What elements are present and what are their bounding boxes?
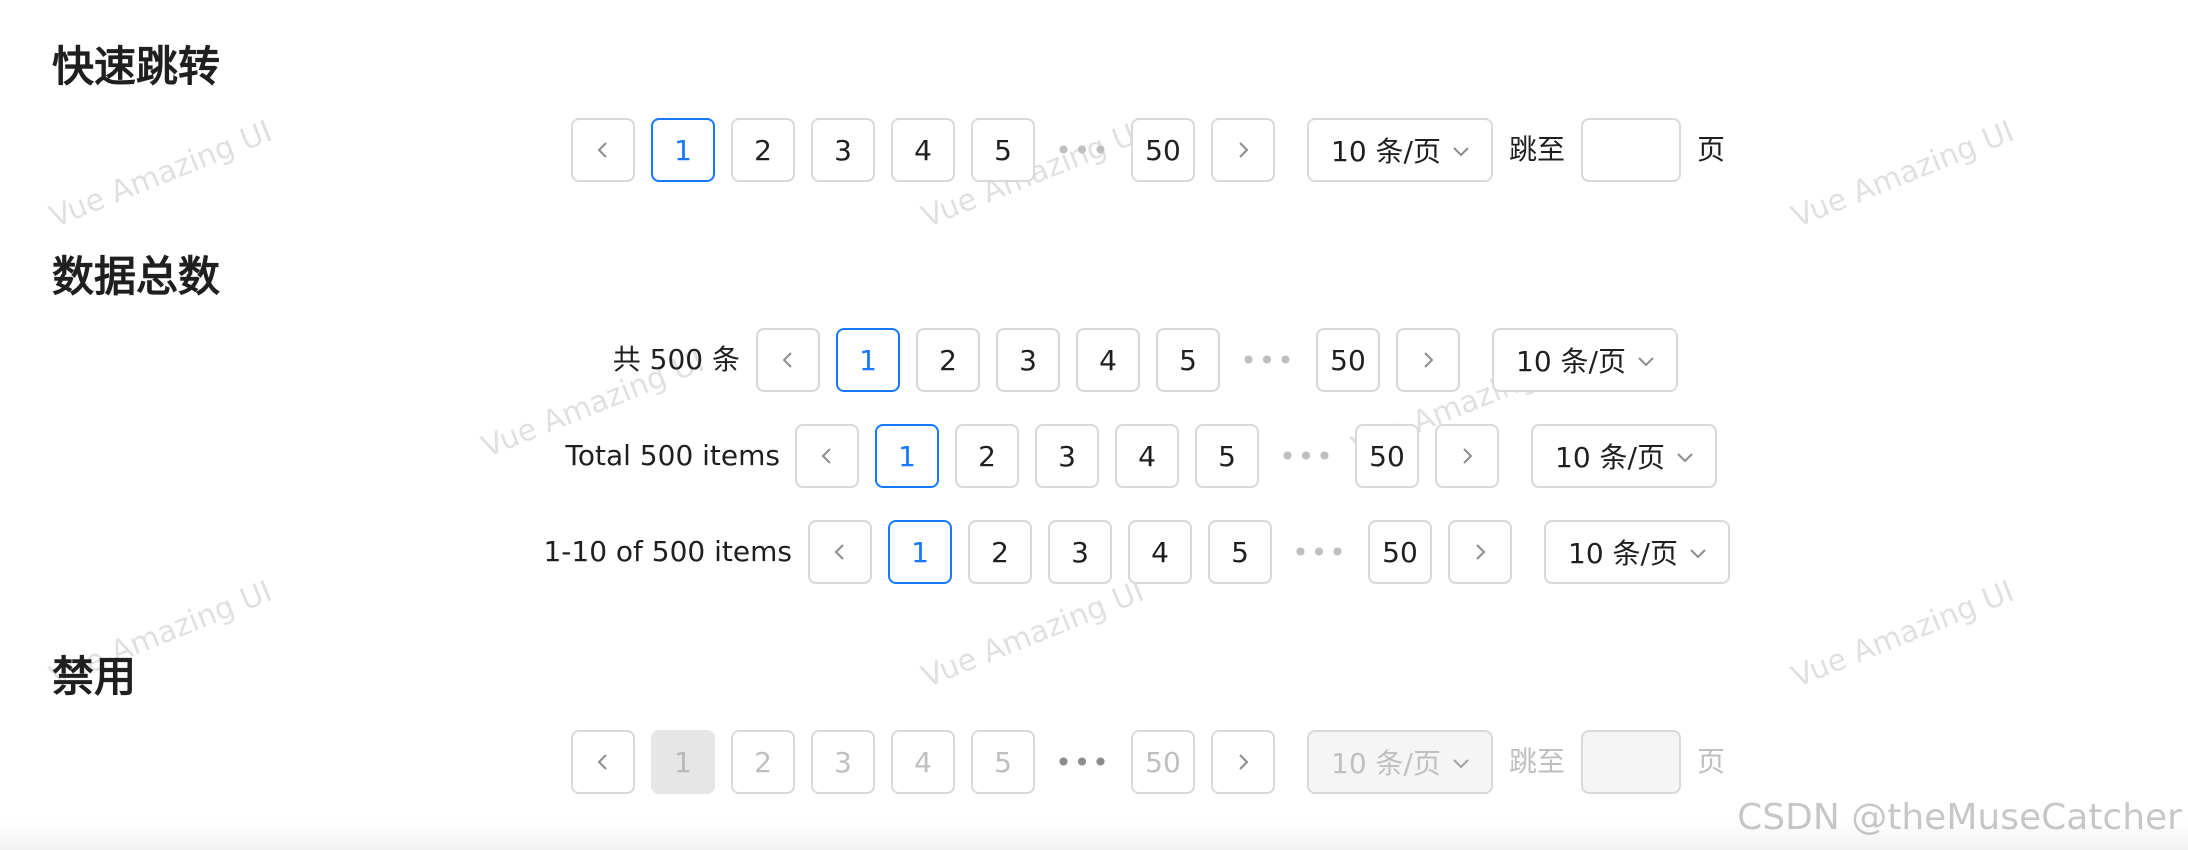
page-button-1[interactable]: 1 (651, 118, 715, 182)
page-size-value: 10 条/页 (1555, 441, 1665, 474)
ellipsis-next-button[interactable]: ••• (1288, 520, 1352, 584)
prev-page-button (571, 730, 635, 794)
ellipsis-next-button[interactable]: ••• (1051, 118, 1115, 182)
page-button-2[interactable]: 2 (968, 520, 1032, 584)
page-button-3[interactable]: 3 (811, 118, 875, 182)
page-button-4[interactable]: 4 (1115, 424, 1179, 488)
page-button-3[interactable]: 3 (1035, 424, 1099, 488)
page-button-3: 3 (811, 730, 875, 794)
page-button-50[interactable]: 50 (1131, 118, 1195, 182)
jump-page-input (1581, 730, 1681, 794)
page-button-3[interactable]: 3 (996, 328, 1060, 392)
chevron-down-icon (1453, 147, 1469, 157)
page-button-2[interactable]: 2 (731, 118, 795, 182)
section-title-disabled: 禁用 (52, 652, 137, 701)
chevron-down-icon (1638, 357, 1654, 367)
page-button-5[interactable]: 5 (1195, 424, 1259, 488)
section-title-quick-jump: 快速跳转 (52, 42, 221, 91)
section-title-total: 数据总数 (52, 252, 221, 301)
chevron-left-icon (597, 754, 607, 770)
next-page-button[interactable] (1396, 328, 1460, 392)
jump-page-input[interactable] (1581, 118, 1681, 182)
page-button-50[interactable]: 50 (1368, 520, 1432, 584)
next-page-button[interactable] (1211, 118, 1275, 182)
jump-suffix-label: 页 (1697, 745, 1726, 778)
page-button-5[interactable]: 5 (971, 118, 1035, 182)
page-button-4: 4 (891, 730, 955, 794)
next-page-button[interactable] (1448, 520, 1512, 584)
ellipsis-icon: ••• (1055, 745, 1111, 779)
next-page-button (1211, 730, 1275, 794)
chevron-down-icon (1690, 549, 1706, 559)
chevron-left-icon (782, 352, 792, 368)
page-button-4[interactable]: 4 (1076, 328, 1140, 392)
page-size-value: 10 条/页 (1516, 345, 1626, 378)
watermark: Vue Amazing UI (916, 574, 1149, 695)
prev-page-button[interactable] (808, 520, 872, 584)
chevron-right-icon (1239, 754, 1249, 770)
page-button-50[interactable]: 50 (1316, 328, 1380, 392)
csdn-credit: CSDN @theMuseCatcher (1737, 797, 2182, 838)
page-button-5: 5 (971, 730, 1035, 794)
page-button-5[interactable]: 5 (1208, 520, 1272, 584)
page-button-4[interactable]: 4 (891, 118, 955, 182)
total-label: Total 500 items (565, 439, 780, 472)
page-button-1[interactable]: 1 (888, 520, 952, 584)
page-size-select[interactable]: 10 条/页 (1307, 118, 1493, 182)
page-button-50: 50 (1131, 730, 1195, 794)
chevron-left-icon (821, 448, 831, 464)
page-size-select[interactable]: 10 条/页 (1492, 328, 1678, 392)
page-button-1[interactable]: 1 (836, 328, 900, 392)
chevron-left-icon (597, 142, 607, 158)
page-button-1: 1 (651, 730, 715, 794)
page-button-50[interactable]: 50 (1355, 424, 1419, 488)
page-button-1[interactable]: 1 (875, 424, 939, 488)
next-page-button[interactable] (1435, 424, 1499, 488)
page-size-select[interactable]: 10 条/页 (1531, 424, 1717, 488)
ellipsis-next-button[interactable]: ••• (1236, 328, 1300, 392)
ellipsis-next-button[interactable]: ••• (1275, 424, 1339, 488)
page-button-5[interactable]: 5 (1156, 328, 1220, 392)
page-size-value: 10 条/页 (1568, 537, 1678, 570)
page-size-value: 10 条/页 (1331, 135, 1441, 168)
chevron-right-icon (1239, 142, 1249, 158)
prev-page-button[interactable] (795, 424, 859, 488)
page-button-2[interactable]: 2 (955, 424, 1019, 488)
chevron-down-icon (1677, 453, 1693, 463)
watermark: Vue Amazing UI (1786, 114, 2019, 235)
page-button-2: 2 (731, 730, 795, 794)
page-button-4[interactable]: 4 (1128, 520, 1192, 584)
jump-prefix-label: 跳至 (1509, 745, 1566, 778)
page-button-3[interactable]: 3 (1048, 520, 1112, 584)
chevron-left-icon (834, 544, 844, 560)
chevron-down-icon (1453, 759, 1469, 769)
jump-suffix-label: 页 (1697, 133, 1726, 166)
page-size-select: 10 条/页 (1307, 730, 1493, 794)
watermark: Vue Amazing UI (1786, 574, 2019, 695)
page-button-2[interactable]: 2 (916, 328, 980, 392)
total-label: 1-10 of 500 items (543, 535, 792, 568)
page-size-value: 10 条/页 (1331, 747, 1441, 780)
chevron-right-icon (1463, 448, 1473, 464)
watermark: Vue Amazing UI (44, 114, 277, 235)
total-label: 共 500 条 (612, 343, 740, 376)
prev-page-button[interactable] (571, 118, 635, 182)
jump-prefix-label: 跳至 (1509, 133, 1566, 166)
chevron-right-icon (1424, 352, 1434, 368)
page-size-select[interactable]: 10 条/页 (1544, 520, 1730, 584)
prev-page-button[interactable] (756, 328, 820, 392)
chevron-right-icon (1476, 544, 1486, 560)
